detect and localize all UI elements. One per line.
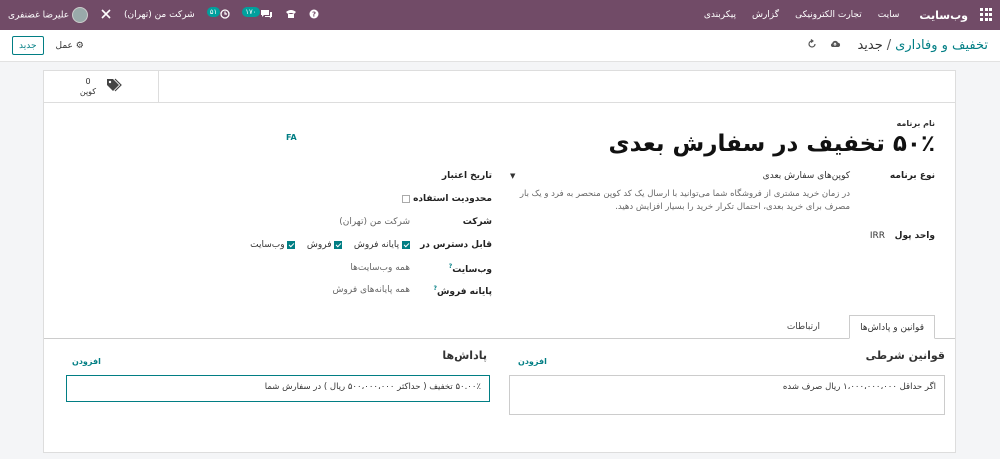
menu-item-reporting[interactable]: گزارش: [752, 10, 779, 20]
breadcrumb-parent[interactable]: تخفیف و وفاداری: [895, 38, 988, 53]
program-type-select[interactable]: کوپن‌های سفارش بعدی ▼: [510, 171, 850, 181]
tab-rules-rewards[interactable]: قوانین و پاداش‌ها: [849, 315, 935, 339]
program-type-help: در زمان خرید مشتری از فروشگاه شما می‌توا…: [519, 189, 850, 212]
pos-field[interactable]: همه پایانه‌های فروش: [333, 285, 410, 295]
breadcrumb: تخفیف و وفاداری/جدید: [857, 38, 988, 53]
clock-icon: [220, 8, 230, 19]
breadcrumb-current: جدید: [857, 38, 883, 53]
activity-systray[interactable]: ۵۱: [206, 6, 231, 22]
phone-icon[interactable]: [285, 9, 297, 22]
menu-item-site[interactable]: سایت: [878, 10, 900, 20]
available-website-checkbox[interactable]: وب‌سایت: [250, 240, 296, 250]
menu-item-ecommerce[interactable]: تجارت الکترونیکی: [795, 10, 862, 20]
program-type-label: نوع برنامه: [889, 171, 935, 181]
avatar: [71, 7, 88, 23]
rule-text: اگر حداقل ۱،۰۰۰،۰۰۰،۰۰۰ ریال صرف شده: [782, 382, 936, 392]
coupon-count: 0: [85, 76, 91, 86]
messages-systray[interactable]: ۱۷۰: [242, 6, 272, 22]
save-cloud-icon[interactable]: [829, 39, 841, 52]
available-sales-checkbox[interactable]: فروش: [307, 240, 343, 250]
usage-limit-label: محدودیت استفاده: [413, 194, 492, 204]
apps-menu-icon[interactable]: [978, 8, 992, 22]
help-icon[interactable]: ?: [309, 9, 319, 22]
rewards-title: پاداش‌ها: [442, 349, 487, 362]
chat-icon: [260, 9, 272, 18]
language-button[interactable]: FA: [286, 133, 297, 142]
available-on-options: پایانه فروش فروش وب‌سایت: [250, 240, 410, 250]
usage-limit-checkbox[interactable]: [402, 194, 410, 204]
messages-badge: ۱۷۰: [242, 6, 260, 17]
rule-card[interactable]: اگر حداقل ۱،۰۰۰،۰۰۰،۰۰۰ ریال صرف شده: [509, 375, 945, 415]
currency-label: واحد پول: [894, 231, 935, 241]
available-on-label: قابل دسترس در: [420, 240, 492, 250]
program-name-input[interactable]: ۵۰٪ تخفیف در سفارش بعدی: [608, 131, 935, 157]
coupon-label: کوپن: [79, 86, 97, 96]
company-label: شرکت: [462, 217, 492, 227]
website-field[interactable]: همه وب‌سایت‌ها: [350, 263, 410, 273]
user-name: علیرضا غضنفری: [8, 10, 70, 21]
caret-down-icon: ▼: [510, 172, 516, 180]
form-sheet: 0 کوپن نام برنامه ۵۰٪ تخفیف در سفارش بعد…: [43, 70, 956, 453]
available-pos-checkbox[interactable]: پایانه فروش: [354, 240, 410, 250]
tab-communications[interactable]: ارتباطات: [777, 315, 830, 339]
control-panel: تخفیف و وفاداری/جدید ⚙ عمل جدید: [0, 30, 1000, 62]
website-label: وب‌سایت?: [448, 263, 492, 275]
new-button[interactable]: جدید: [12, 36, 44, 55]
main-menu: سایت تجارت الکترونیکی گزارش پیکربندی: [704, 10, 900, 20]
discard-icon[interactable]: [807, 39, 817, 52]
program-name-label: نام برنامه: [896, 119, 935, 128]
menu-item-configuration[interactable]: پیکربندی: [704, 10, 736, 20]
tools-icon[interactable]: [100, 8, 112, 23]
add-rule-link[interactable]: افزودن: [518, 357, 547, 366]
validity-label: تاریخ اعتبار: [441, 171, 492, 181]
conditional-rules-title: قوانین شرطی: [865, 349, 945, 362]
top-navbar: وب‌سایت سایت تجارت الکترونیکی گزارش پیکر…: [0, 0, 1000, 30]
smart-button-bar: [44, 71, 955, 103]
systray: ? ۱۷۰ ۵۱ شرکت من (تهران) علیرضا غضنفری: [8, 6, 319, 23]
currency-field[interactable]: IRR: [870, 231, 885, 241]
svg-text:?: ?: [312, 10, 316, 18]
company-switcher[interactable]: شرکت من (تهران): [124, 10, 195, 20]
tags-icon: [106, 78, 122, 95]
action-menu[interactable]: ⚙ عمل: [56, 41, 84, 51]
coupon-smart-button[interactable]: 0 کوپن: [44, 71, 159, 103]
user-menu[interactable]: علیرضا غضنفری: [8, 7, 88, 23]
reward-text: ۵۰.۰۰٪ تخفیف ( حداکثر ۵۰۰،۰۰۰،۰۰۰ ریال )…: [264, 382, 481, 392]
gear-icon: ⚙: [75, 40, 84, 51]
notebook-tabs: قوانین و پاداش‌ها ارتباطات: [44, 315, 955, 339]
pos-label: پایانه فروش?: [433, 285, 492, 297]
add-reward-link[interactable]: افزودن: [72, 357, 101, 366]
company-field[interactable]: شرکت من (تهران): [339, 217, 410, 227]
reward-card[interactable]: ۵۰.۰۰٪ تخفیف ( حداکثر ۵۰۰،۰۰۰،۰۰۰ ریال )…: [66, 375, 490, 402]
activity-badge: ۵۱: [206, 6, 221, 17]
app-brand[interactable]: وب‌سایت: [919, 9, 968, 22]
